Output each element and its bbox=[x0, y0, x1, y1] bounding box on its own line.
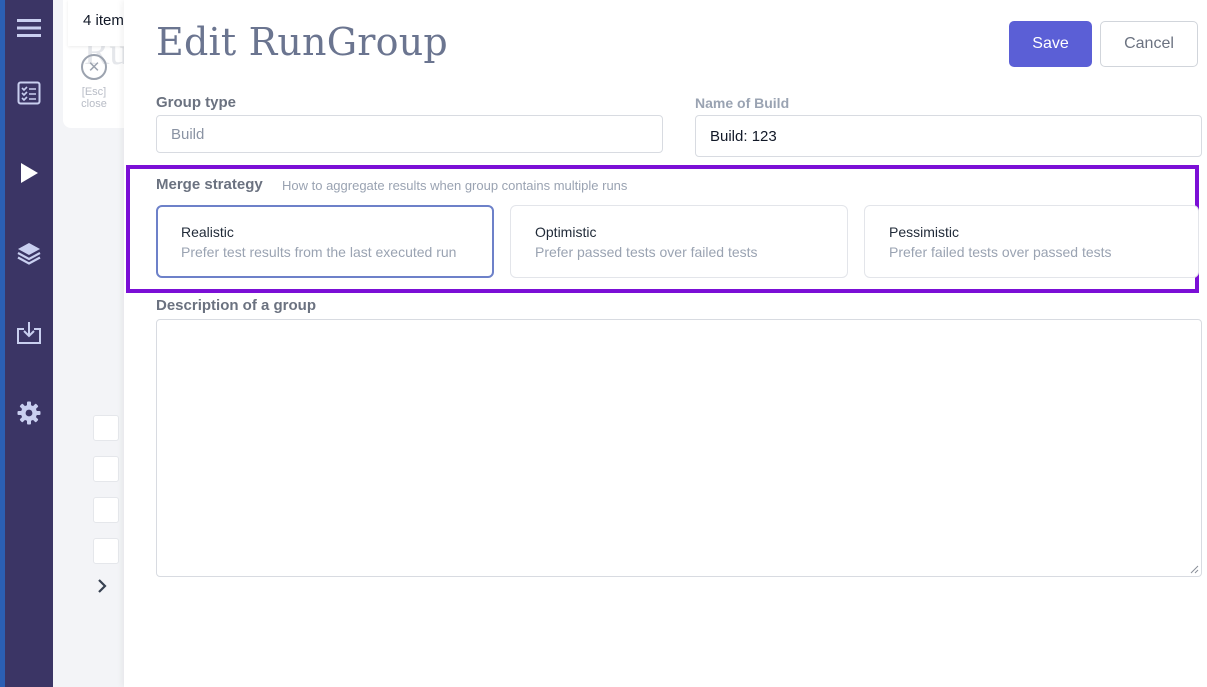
resize-handle-icon[interactable] bbox=[1190, 565, 1199, 574]
option-title: Pessimistic bbox=[889, 224, 960, 240]
merge-option-realistic[interactable]: Realistic Prefer test results from the l… bbox=[156, 205, 494, 278]
merge-strategy-hint: How to aggregate results when group cont… bbox=[282, 178, 628, 193]
gear-icon[interactable] bbox=[5, 393, 53, 433]
row-checkbox[interactable] bbox=[93, 415, 119, 441]
group-type-value: Build bbox=[171, 125, 205, 143]
group-type-label: Group type bbox=[156, 94, 237, 111]
close-icon: ✕ bbox=[81, 54, 107, 80]
page-title: Edit RunGroup bbox=[156, 20, 448, 64]
close-button[interactable]: ✕ [Esc] close bbox=[80, 54, 108, 110]
import-icon[interactable] bbox=[5, 313, 53, 353]
option-title: Realistic bbox=[181, 224, 234, 240]
name-of-build-label: Name of Build bbox=[695, 95, 790, 111]
menu-icon[interactable] bbox=[5, 8, 53, 48]
chevron-right-icon[interactable] bbox=[96, 578, 108, 599]
merge-option-optimistic[interactable]: Optimistic Prefer passed tests over fail… bbox=[510, 205, 848, 278]
name-of-build-value: Build: 123 bbox=[710, 127, 777, 145]
merge-strategy-label: Merge strategy bbox=[156, 176, 263, 193]
close-label: close bbox=[81, 98, 107, 110]
row-checkbox[interactable] bbox=[93, 497, 119, 523]
option-description: Prefer failed tests over passed tests bbox=[889, 244, 1112, 260]
close-key-hint: [Esc] bbox=[81, 86, 107, 98]
merge-option-pessimistic[interactable]: Pessimistic Prefer failed tests over pas… bbox=[864, 205, 1199, 278]
checklist-icon[interactable] bbox=[5, 73, 53, 113]
edit-rungroup-drawer: Edit RunGroup Save Cancel Group type Bui… bbox=[124, 0, 1207, 687]
row-checkbox[interactable] bbox=[93, 456, 119, 482]
description-textarea[interactable] bbox=[156, 319, 1202, 577]
items-count: 4 item bbox=[83, 12, 124, 29]
option-title: Optimistic bbox=[535, 224, 597, 240]
option-description: Prefer test results from the last execut… bbox=[181, 244, 457, 260]
name-of-build-input[interactable]: Build: 123 bbox=[695, 115, 1202, 157]
description-label: Description of a group bbox=[156, 297, 317, 314]
layers-icon[interactable] bbox=[5, 233, 53, 273]
save-button[interactable]: Save bbox=[1009, 21, 1092, 67]
option-description: Prefer passed tests over failed tests bbox=[535, 244, 758, 260]
sidebar bbox=[5, 0, 53, 687]
row-checkbox[interactable] bbox=[93, 538, 119, 564]
cancel-button[interactable]: Cancel bbox=[1100, 21, 1198, 67]
play-icon[interactable] bbox=[5, 153, 53, 193]
group-type-field[interactable]: Build bbox=[156, 115, 663, 153]
